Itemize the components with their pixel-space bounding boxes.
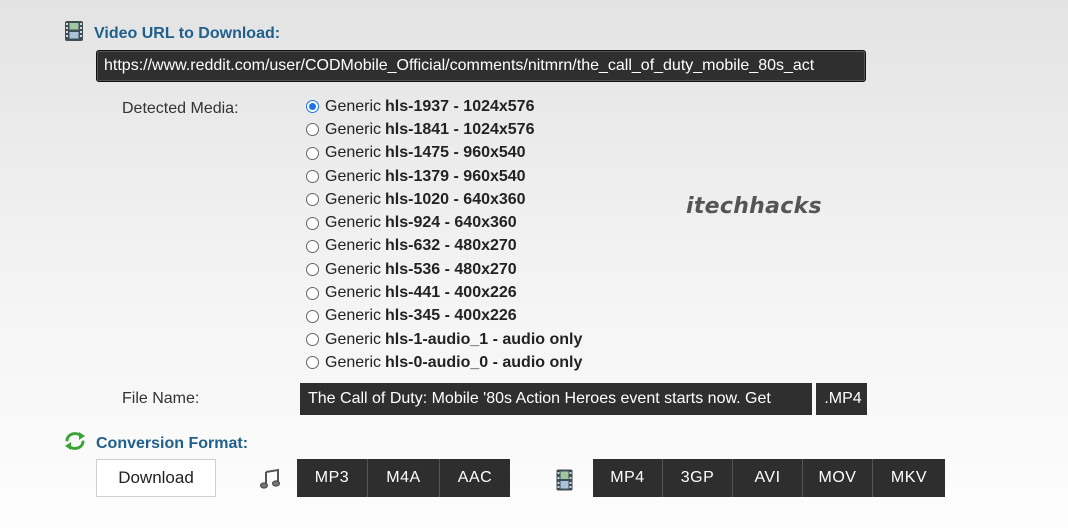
media-option[interactable]: Generic hls-441 - 400x226: [306, 281, 582, 304]
media-option[interactable]: Generic hls-345 - 400x226: [306, 305, 582, 328]
media-option-prefix: Generic: [325, 260, 382, 278]
media-option[interactable]: Generic hls-1841 - 1024x576: [306, 118, 582, 141]
file-extension-badge: .MP4: [816, 383, 867, 415]
media-option[interactable]: Generic hls-1475 - 960x540: [306, 142, 582, 165]
media-option[interactable]: Generic hls-0-audio_0 - audio only: [306, 351, 582, 374]
detected-media-list: Generic hls-1937 - 1024x576 Generic hls-184…: [306, 95, 582, 375]
video-format-mkv-button[interactable]: MKV: [873, 459, 945, 497]
media-option-radio[interactable]: [306, 356, 319, 370]
media-option-prefix: Generic: [325, 237, 382, 255]
refresh-arrows-icon: [64, 431, 86, 456]
conversion-format-header: Conversion Format:: [64, 431, 248, 456]
audio-format-m4a-button[interactable]: M4A: [368, 459, 440, 497]
audio-format-mp3-button[interactable]: MP3: [297, 459, 368, 497]
media-option-prefix: Generic: [325, 330, 382, 348]
media-option-prefix: Generic: [325, 120, 382, 138]
audio-format-aac-button[interactable]: AAC: [440, 459, 510, 497]
download-button[interactable]: Download: [96, 459, 216, 497]
media-option-radio[interactable]: [306, 333, 319, 347]
video-url-title: Video URL to Download:: [94, 24, 281, 42]
film-strip-icon: [64, 20, 84, 47]
media-option-code: hls-0-audio_0 - audio only: [385, 353, 583, 371]
conversion-format-title: Conversion Format:: [96, 434, 249, 452]
media-option-code: hls-441 - 400x226: [385, 284, 517, 302]
film-strip-icon: [556, 469, 573, 496]
video-url-input[interactable]: [96, 50, 866, 82]
media-option-code: hls-1379 - 960x540: [385, 167, 526, 185]
video-url-header: Video URL to Download:: [64, 20, 280, 47]
media-option[interactable]: Generic hls-1020 - 640x360: [306, 188, 582, 211]
media-option-radio[interactable]: [306, 193, 319, 207]
media-option-code: hls-632 - 480x270: [385, 237, 517, 255]
media-option-radio[interactable]: [306, 170, 319, 184]
video-format-mp4-button[interactable]: MP4: [593, 459, 663, 497]
media-option-radio[interactable]: [306, 286, 319, 300]
video-format-mov-button[interactable]: MOV: [803, 459, 873, 497]
media-option[interactable]: Generic hls-924 - 640x360: [306, 211, 582, 234]
audio-format-group: MP3 M4A AAC: [297, 459, 510, 497]
media-option-prefix: Generic: [325, 284, 382, 302]
video-format-3gp-button[interactable]: 3GP: [663, 459, 733, 497]
media-option-prefix: Generic: [325, 307, 382, 325]
media-option[interactable]: Generic hls-1379 - 960x540: [306, 165, 582, 188]
media-option[interactable]: Generic hls-632 - 480x270: [306, 235, 582, 258]
media-option-code: hls-345 - 400x226: [385, 307, 517, 325]
media-option-prefix: Generic: [325, 97, 382, 115]
media-option-code: hls-1937 - 1024x576: [385, 97, 535, 115]
media-option-prefix: Generic: [325, 190, 382, 208]
media-option-radio[interactable]: [306, 239, 319, 253]
file-name-label: File Name:: [122, 390, 200, 407]
media-option-radio[interactable]: [306, 100, 319, 114]
watermark-text: itechhacks: [686, 194, 822, 219]
media-option-code: hls-536 - 480x270: [385, 260, 517, 278]
media-option-code: hls-1841 - 1024x576: [385, 120, 535, 138]
media-option-prefix: Generic: [325, 167, 382, 185]
media-option-prefix: Generic: [325, 144, 382, 162]
media-option-prefix: Generic: [325, 353, 382, 371]
media-option-radio[interactable]: [306, 146, 319, 160]
media-option-code: hls-1475 - 960x540: [385, 144, 526, 162]
media-option-code: hls-924 - 640x360: [385, 214, 517, 232]
media-option[interactable]: Generic hls-1-audio_1 - audio only: [306, 328, 582, 351]
music-note-icon: [259, 468, 281, 495]
media-option-radio[interactable]: [306, 216, 319, 230]
media-option-code: hls-1020 - 640x360: [385, 190, 526, 208]
media-option[interactable]: Generic hls-1937 - 1024x576: [306, 95, 582, 118]
media-option-radio[interactable]: [306, 263, 319, 277]
media-option-prefix: Generic: [325, 214, 382, 232]
media-option-radio[interactable]: [306, 123, 319, 137]
video-format-group: MP4 3GP AVI MOV MKV: [593, 459, 945, 497]
video-format-avi-button[interactable]: AVI: [733, 459, 803, 497]
media-option-code: hls-1-audio_1 - audio only: [385, 330, 583, 348]
file-name-input[interactable]: [300, 383, 812, 415]
detected-media-label: Detected Media:: [122, 100, 239, 117]
media-option[interactable]: Generic hls-536 - 480x270: [306, 258, 582, 281]
media-option-radio[interactable]: [306, 309, 319, 323]
